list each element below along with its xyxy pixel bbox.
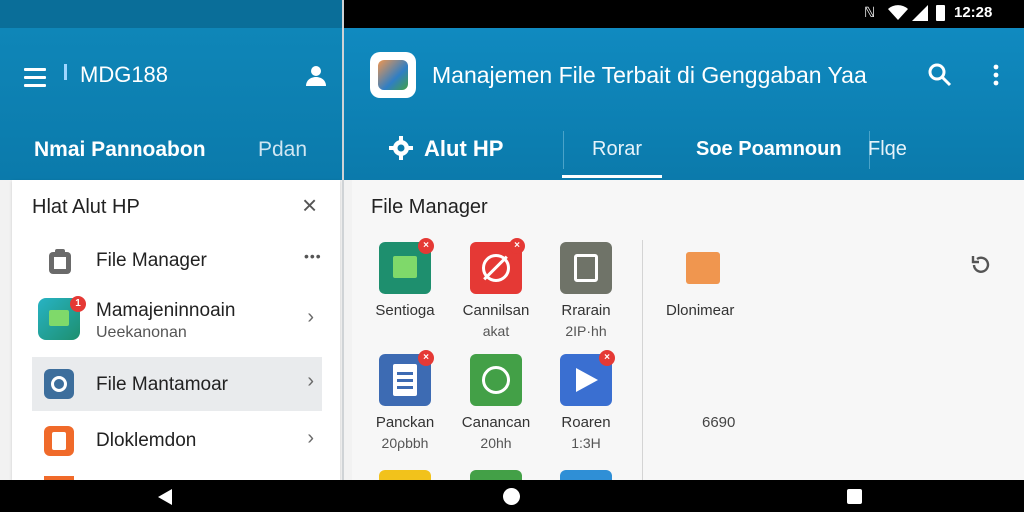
nfc-icon: ℕ [864, 4, 876, 20]
badge-icon: × [599, 350, 615, 366]
chevron-right-icon: › [307, 427, 314, 449]
app-tile-partial[interactable] [560, 470, 612, 480]
folder-icon[interactable] [686, 252, 720, 284]
app-label: Roaren [561, 414, 611, 431]
badge-icon: × [418, 350, 434, 366]
clipboard-icon [49, 249, 71, 274]
status-time: 12:28 [954, 4, 993, 21]
signal-icon [912, 5, 928, 21]
panel-item-label: Dloklemdon [96, 430, 197, 451]
navigation-bar [0, 480, 1024, 512]
overflow-menu-icon[interactable] [992, 64, 1000, 86]
panel-item-label: File Manager [96, 250, 207, 271]
app-sub: 20hh [480, 435, 512, 451]
tab-alut-hp[interactable]: Alut HP [424, 136, 503, 162]
menu-icon[interactable] [24, 68, 46, 92]
panel-item-file-manager[interactable]: File Manager ••• [32, 234, 322, 288]
app-tile-file-icon[interactable] [560, 242, 612, 294]
tab-soe-poamnoun[interactable]: Soe Poamnoun [696, 138, 842, 161]
grid-divider [642, 240, 643, 480]
brand-mark-icon [64, 64, 67, 80]
account-icon[interactable] [304, 64, 328, 88]
close-icon[interactable]: × [302, 190, 317, 221]
left-tab-1[interactable]: Pdan [258, 138, 307, 162]
left-app-title: MDG188 [80, 62, 169, 87]
app-sub: 2IP·hh [565, 323, 607, 339]
notification-badge: 1 [70, 296, 86, 312]
app-label: Rrarain [561, 302, 611, 319]
chevron-right-icon: › [307, 306, 314, 328]
app-tile-whatsapp-icon[interactable] [470, 354, 522, 406]
tab-divider [563, 131, 564, 169]
panel-item-chat[interactable]: 1 Mamajeninnoain Ueekanonan › [32, 292, 322, 350]
app-label: Canancan [461, 414, 531, 431]
main-content: File Manager × Sentioga × Cannilsan akat… [352, 180, 1024, 480]
app-label: Cannilsan [462, 302, 530, 319]
left-status-bar [0, 0, 342, 28]
panel-item-label: Mamajeninnoain [96, 300, 236, 321]
left-tab-0[interactable]: Nmai Pannoabon [34, 138, 206, 162]
recents-icon[interactable] [847, 489, 862, 504]
app-tile-partial[interactable] [379, 470, 431, 480]
tab-rorar[interactable]: Rorar [592, 138, 642, 161]
app-logo-icon [370, 52, 416, 98]
settings-icon [389, 136, 413, 160]
refresh-icon[interactable] [970, 254, 992, 276]
app-label: Sentioga [375, 302, 435, 319]
app-sub: 20ρbbh [381, 435, 429, 451]
side-value: 6690 [702, 414, 736, 431]
wifi-icon [888, 5, 908, 20]
back-icon[interactable] [156, 488, 174, 506]
more-icon[interactable]: ••• [304, 248, 322, 264]
quick-panel: Hlat Alut HP × File Manager ••• 1 Mamaje… [12, 180, 340, 480]
left-app-bar: MDG188 Nmai Pannoabon Pdan [0, 28, 342, 180]
gear-icon [44, 369, 74, 399]
section-title: File Manager [371, 196, 488, 218]
panel-item-sub: Ueekanonan [96, 324, 187, 341]
app-bar: Manajemen File Terbait di Genggaban Yaa … [344, 28, 1024, 180]
badge-icon: × [509, 238, 525, 254]
tab-indicator [562, 175, 662, 178]
app-tile-partial[interactable] [470, 470, 522, 480]
status-bar: ℕ 12:28 [344, 0, 1024, 28]
tab-flqe[interactable]: Flqe [868, 138, 907, 161]
app-sub: akat [482, 323, 510, 339]
home-icon[interactable] [503, 488, 520, 505]
app-sub: 1:3H [571, 435, 601, 451]
panel-title: Hlat Alut HP [32, 196, 140, 218]
badge-icon: × [418, 238, 434, 254]
search-icon[interactable] [928, 63, 952, 87]
panel-item-label: File Mantamoar [96, 374, 228, 395]
panel-item-dloklemdon[interactable]: Dloklemdon › [32, 414, 322, 468]
side-label: Dlonimear [666, 302, 735, 319]
battery-icon [936, 5, 945, 21]
app-title: Manajemen File Terbait di Genggaban Yaa [432, 62, 867, 88]
app-label: Panckan [375, 414, 435, 431]
panel-item-file-mantamoar[interactable]: File Mantamoar › [32, 357, 322, 411]
document-icon [44, 426, 74, 456]
chevron-right-icon: › [307, 370, 314, 392]
